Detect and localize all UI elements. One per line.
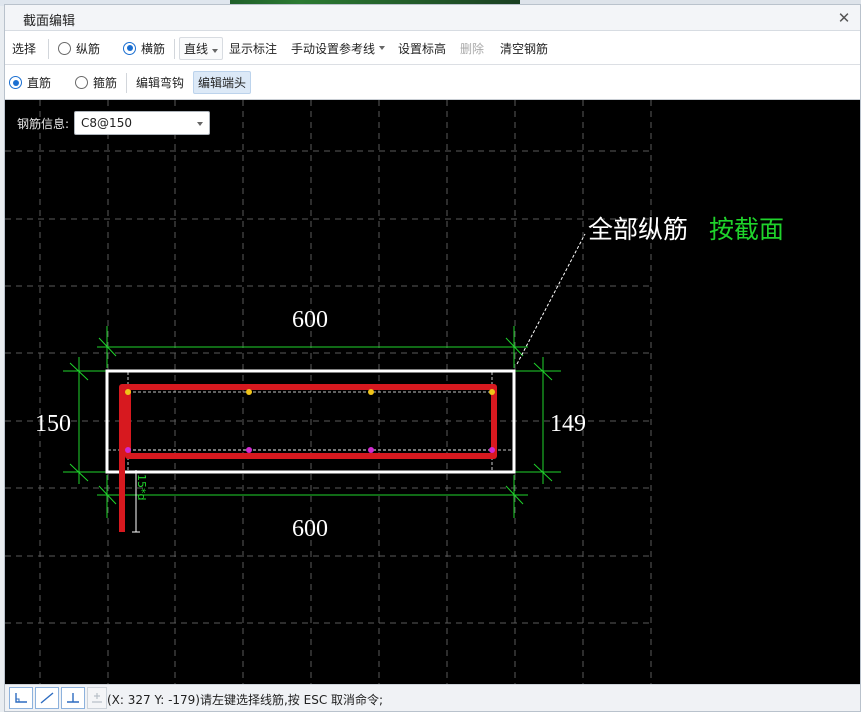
stirrup-radio[interactable]: 箍筋 — [75, 66, 117, 99]
chevron-down-icon — [197, 122, 204, 126]
straight-rebar-radio[interactable]: 直筋 — [9, 66, 51, 99]
close-icon[interactable]: ✕ — [834, 8, 854, 28]
chevron-down-icon — [379, 46, 386, 50]
line-mode-label: 直线 — [184, 41, 209, 56]
dim-left-label: 150 — [35, 411, 71, 437]
straight-rebar-label: 直筋 — [27, 76, 52, 90]
stirrup-label: 箍筋 — [93, 76, 118, 90]
set-elevation-button[interactable]: 设置标高 — [398, 32, 446, 64]
main-toolbar: 选择 纵筋 横筋 直线 显示标注 手动设置参考线 设置标高 删除 清空钢筋 — [5, 32, 860, 65]
title-bar: 截面编辑 ✕ — [5, 5, 860, 31]
annotation-leader — [516, 233, 586, 365]
dialog-title: 截面编辑 — [23, 14, 76, 29]
annotation-green: 按截面 — [709, 215, 784, 244]
delete-button[interactable]: 删除 — [460, 32, 484, 64]
edit-end-button[interactable]: 编辑端头 — [193, 66, 252, 99]
radio-unchecked-icon — [75, 76, 88, 89]
rebar-stirrup[interactable] — [119, 384, 497, 532]
clear-rebar-button[interactable]: 清空钢筋 — [500, 32, 548, 64]
status-message: (X: 327 Y: -179)请左键选择线筋,按 ESC 取消命令; — [107, 693, 384, 707]
dim-right-label: 149 — [550, 411, 586, 437]
select-label: 选择 — [12, 41, 37, 56]
chevron-down-icon — [212, 48, 219, 53]
delete-label: 删除 — [460, 41, 485, 56]
transverse-radio[interactable]: 横筋 — [123, 32, 165, 64]
annotation-white: 全部纵筋 — [588, 215, 688, 244]
longitudinal-label: 纵筋 — [76, 41, 101, 56]
drawing-canvas[interactable]: 600 600 150 149 15*d 全部纵筋 按截面 钢筋信息: C8@1… — [5, 100, 860, 684]
rebar-info-label: 钢筋信息: — [17, 116, 70, 131]
anchor-length-label: 15*d — [135, 474, 148, 500]
dim-bottom-label: 600 — [292, 516, 328, 542]
radio-checked-icon — [123, 41, 136, 55]
select-button[interactable]: 选择 — [12, 32, 36, 64]
dim-top-label: 600 — [292, 307, 328, 333]
rebar-info-select[interactable]: C8@150 — [74, 111, 211, 135]
section-drawing[interactable]: 600 600 150 149 15*d 全部纵筋 按截面 — [5, 100, 860, 684]
edit-end-label: 编辑端头 — [193, 71, 252, 94]
diagonal-icon[interactable] — [35, 687, 59, 709]
toolbar-divider — [126, 73, 127, 93]
perpendicular-icon[interactable] — [61, 687, 85, 709]
reference-line-dropdown[interactable]: 手动设置参考线 — [291, 32, 386, 64]
section-edit-dialog: 截面编辑 ✕ 选择 纵筋 横筋 直线 显示标注 手动设置参考线 设置标高 删除 … — [4, 4, 861, 712]
rebar-info-field: 钢筋信息: C8@150 — [17, 111, 211, 135]
longitudinal-radio[interactable]: 纵筋 — [58, 32, 100, 64]
show-dimensions-button[interactable]: 显示标注 — [229, 32, 277, 64]
reference-line-label: 手动设置参考线 — [291, 41, 376, 56]
radio-unchecked-icon — [58, 41, 71, 55]
transverse-label: 横筋 — [141, 41, 166, 56]
edit-hook-label: 编辑弯钩 — [136, 76, 185, 90]
orthogonal-icon[interactable] — [9, 687, 33, 709]
toolbar-divider — [174, 39, 175, 59]
show-dimensions-label: 显示标注 — [229, 41, 278, 56]
status-bar: (X: 327 Y: -179)请左键选择线筋,按 ESC 取消命令; — [5, 684, 860, 711]
sub-toolbar: 直筋 箍筋 编辑弯钩 编辑端头 — [5, 66, 860, 100]
toolbar-divider — [48, 39, 49, 59]
line-mode-dropdown[interactable]: 直线 — [179, 32, 224, 64]
clear-rebar-label: 清空钢筋 — [500, 41, 549, 56]
rebar-info-value: C8@150 — [81, 116, 132, 130]
radio-checked-icon — [9, 76, 22, 89]
extend-icon[interactable] — [87, 687, 107, 709]
edit-hook-button[interactable]: 编辑弯钩 — [136, 66, 184, 99]
set-elevation-label: 设置标高 — [398, 41, 447, 56]
